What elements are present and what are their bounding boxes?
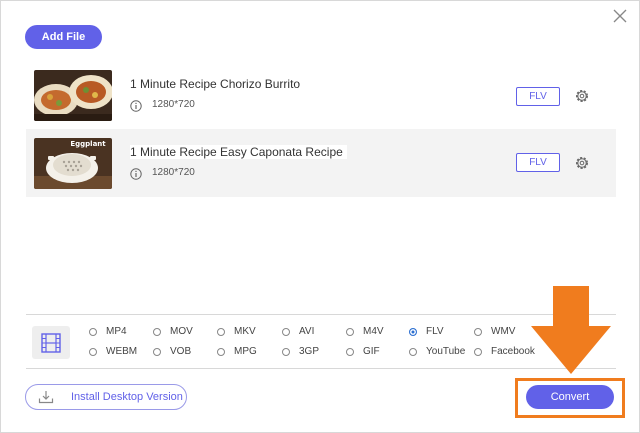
radio-button[interactable] bbox=[153, 347, 161, 356]
format-option-mkv[interactable]: MKV bbox=[217, 326, 256, 337]
radio-button[interactable] bbox=[217, 347, 225, 356]
install-label: Install Desktop Version bbox=[71, 391, 183, 403]
convert-button[interactable]: Convert bbox=[526, 385, 614, 409]
format-option-wmv[interactable]: WMV bbox=[474, 326, 515, 337]
file-list: 1 Minute Recipe Chorizo Burrito 1280*720… bbox=[26, 61, 616, 197]
format-option-youtube[interactable]: YouTube bbox=[409, 346, 465, 357]
file-resolution: 1280*720 bbox=[152, 167, 195, 178]
radio-button[interactable] bbox=[89, 327, 97, 336]
divider bbox=[26, 314, 616, 315]
format-option-mov[interactable]: MOV bbox=[153, 326, 193, 337]
radio-button[interactable] bbox=[474, 347, 482, 356]
output-format-button[interactable]: FLV bbox=[516, 153, 560, 172]
format-option-flv[interactable]: FLV bbox=[409, 326, 444, 337]
file-resolution: 1280*720 bbox=[152, 99, 195, 110]
thumbnail-caption: Eggplant bbox=[70, 140, 106, 148]
gear-icon[interactable] bbox=[574, 88, 590, 104]
close-icon[interactable] bbox=[611, 7, 629, 25]
radio-button-selected[interactable] bbox=[409, 327, 417, 336]
file-row[interactable]: Eggplant 1 Minute Recipe Easy Caponata R… bbox=[26, 129, 616, 197]
install-desktop-button[interactable]: Install Desktop Version bbox=[25, 384, 187, 410]
video-thumbnail: Eggplant bbox=[34, 138, 112, 189]
format-option-3gp[interactable]: 3GP bbox=[282, 346, 319, 357]
radio-button[interactable] bbox=[153, 327, 161, 336]
info-icon[interactable] bbox=[130, 99, 142, 112]
radio-button[interactable] bbox=[89, 347, 97, 356]
file-name: 1 Minute Recipe Chorizo Burrito bbox=[130, 77, 301, 91]
format-option-gif[interactable]: GIF bbox=[346, 346, 380, 357]
radio-button[interactable] bbox=[346, 327, 354, 336]
add-file-button[interactable]: Add File bbox=[25, 25, 102, 49]
format-option-mpg[interactable]: MPG bbox=[217, 346, 257, 357]
format-option-avi[interactable]: AVI bbox=[282, 326, 314, 337]
output-format-button[interactable]: FLV bbox=[516, 87, 560, 106]
radio-button[interactable] bbox=[282, 347, 290, 356]
format-option-m4v[interactable]: M4V bbox=[346, 326, 384, 337]
radio-button[interactable] bbox=[282, 327, 290, 336]
gear-icon[interactable] bbox=[574, 155, 590, 171]
radio-button[interactable] bbox=[474, 327, 482, 336]
format-option-mp4[interactable]: MP4 bbox=[89, 326, 127, 337]
converter-dialog: Add File 1 Minute Recipe Chorizo Burrito… bbox=[0, 0, 640, 433]
radio-button[interactable] bbox=[217, 327, 225, 336]
info-icon[interactable] bbox=[130, 167, 142, 180]
format-option-vob[interactable]: VOB bbox=[153, 346, 191, 357]
radio-button[interactable] bbox=[346, 347, 354, 356]
file-name: 1 Minute Recipe Easy Caponata Recipe bbox=[130, 145, 347, 159]
arrow-down-icon bbox=[531, 286, 611, 374]
video-thumbnail bbox=[34, 70, 112, 121]
file-row[interactable]: 1 Minute Recipe Chorizo Burrito 1280*720… bbox=[26, 61, 616, 129]
video-format-icon bbox=[32, 326, 70, 359]
divider bbox=[26, 368, 616, 369]
format-option-facebook[interactable]: Facebook bbox=[474, 346, 535, 357]
format-option-webm[interactable]: WEBM bbox=[89, 346, 137, 357]
download-icon bbox=[38, 390, 54, 404]
radio-button[interactable] bbox=[409, 347, 417, 356]
